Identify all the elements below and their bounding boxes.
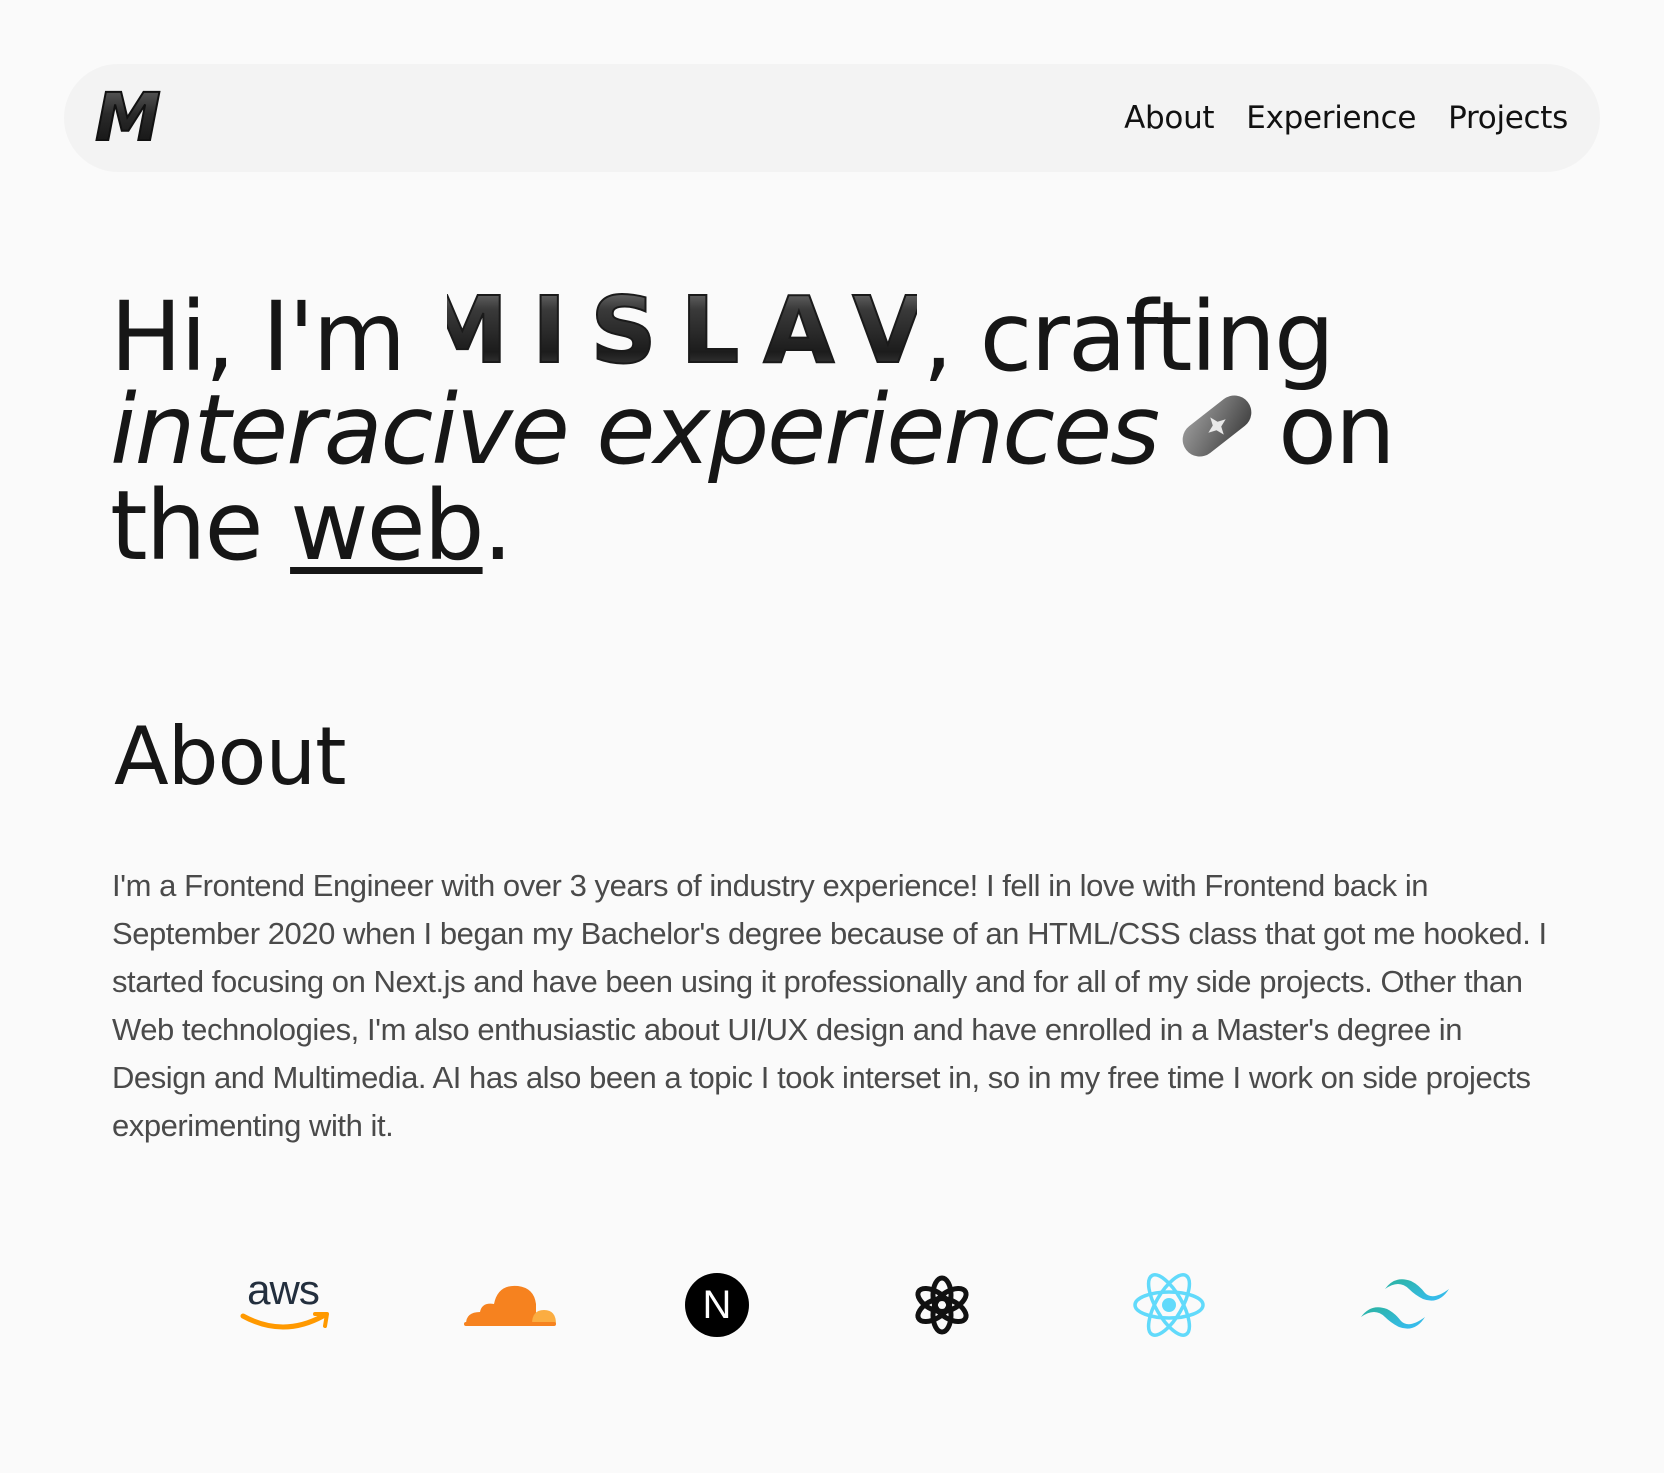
tech-logos-row: aws N bbox=[0, 1260, 1664, 1350]
tailwind-logo bbox=[1355, 1260, 1455, 1350]
hero-heading: Hi, I'm MISLAV , crafting interacive exp… bbox=[110, 286, 1560, 574]
nav-link-experience[interactable]: Experience bbox=[1246, 100, 1416, 136]
react-logo bbox=[1130, 1260, 1208, 1350]
logo-icon[interactable]: M bbox=[94, 84, 166, 150]
logo-text: M bbox=[95, 84, 161, 150]
cloudflare-icon bbox=[464, 1285, 556, 1326]
sparkle-pill-icon bbox=[1182, 395, 1252, 457]
nextjs-logo: N bbox=[680, 1260, 754, 1350]
nav-link-about[interactable]: About bbox=[1124, 100, 1214, 136]
hero-web-link[interactable]: web bbox=[290, 470, 485, 582]
openai-icon bbox=[915, 1275, 969, 1335]
nav-link-projects[interactable]: Projects bbox=[1448, 100, 1568, 136]
hero-line-3: the web. bbox=[110, 478, 1560, 574]
openai-logo bbox=[905, 1260, 979, 1350]
hero-line3-prefix: the bbox=[110, 470, 291, 582]
nextjs-letter: N bbox=[703, 1283, 732, 1327]
cloudflare-logo bbox=[455, 1260, 565, 1350]
aws-logo: aws bbox=[230, 1260, 340, 1350]
nav-links: About Experience Projects bbox=[1124, 64, 1568, 172]
navbar: M About Experience Projects bbox=[64, 64, 1600, 172]
about-title: About bbox=[114, 710, 347, 803]
aws-icon: aws bbox=[240, 1270, 329, 1330]
hero-after-icon: on bbox=[1278, 374, 1396, 486]
hero-line-2: interacive experiences on bbox=[110, 382, 1560, 478]
hero-name-text: MISLAV bbox=[447, 286, 917, 376]
hero-line-1: Hi, I'm MISLAV , crafting bbox=[110, 286, 1560, 385]
nextjs-icon: N bbox=[685, 1273, 749, 1337]
hero-period: . bbox=[482, 470, 513, 582]
tailwind-icon bbox=[1361, 1279, 1449, 1329]
about-body: I'm a Frontend Engineer with over 3 year… bbox=[112, 868, 1547, 1143]
react-icon bbox=[1133, 1273, 1205, 1337]
hero-name: MISLAV bbox=[447, 286, 917, 376]
aws-text: aws bbox=[247, 1270, 319, 1313]
